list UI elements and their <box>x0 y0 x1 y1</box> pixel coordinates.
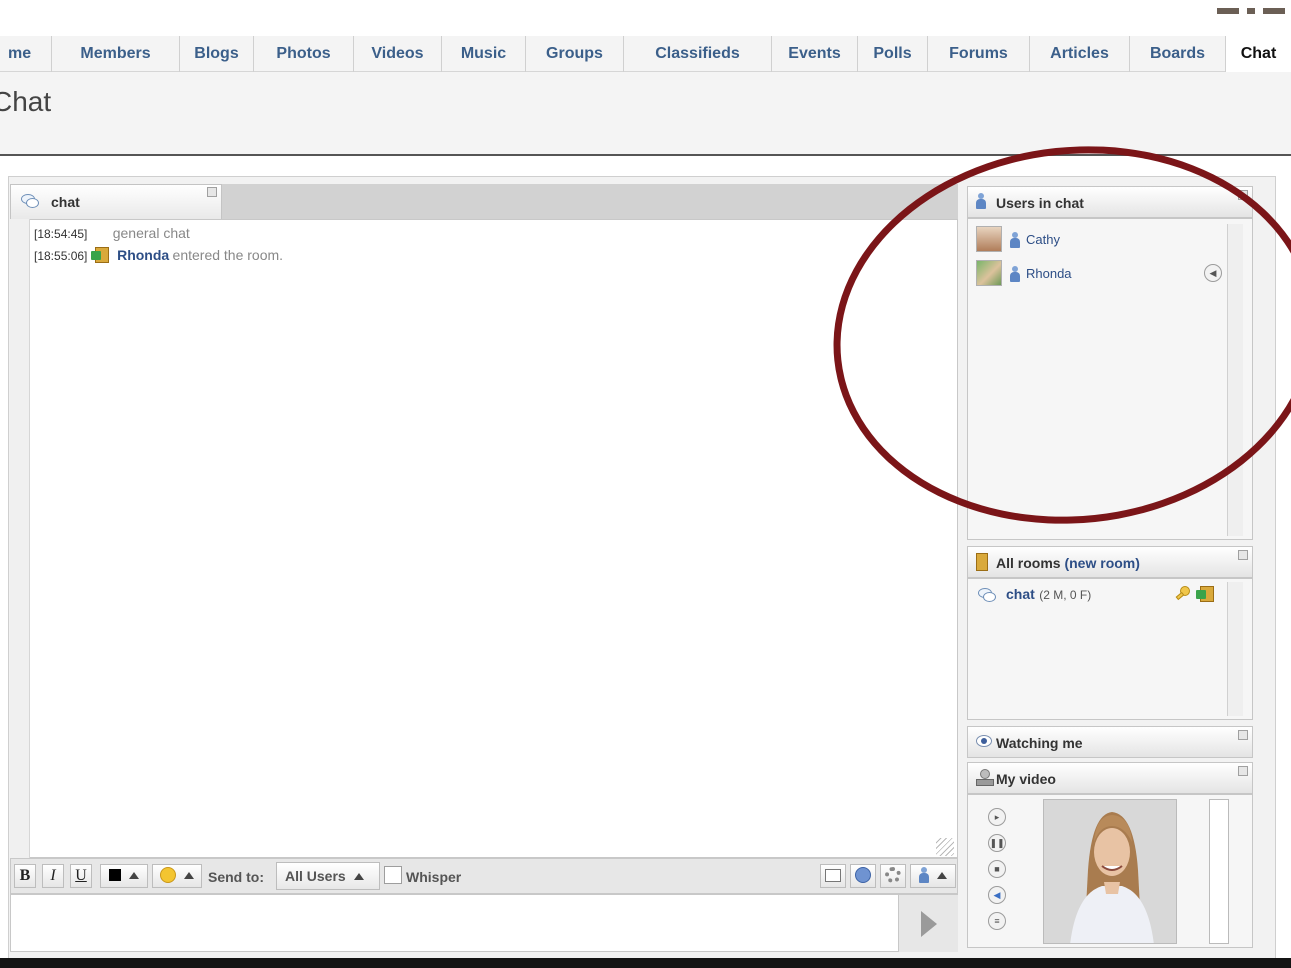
message-text: general chat <box>112 225 190 241</box>
footer-bar <box>0 958 1291 968</box>
nav-tab-music[interactable]: Music <box>442 36 526 72</box>
nav-tab-photos[interactable]: Photos <box>254 36 354 72</box>
user-status-menu[interactable] <box>910 864 956 888</box>
webcam-user-icon <box>976 769 994 787</box>
smiley-icon <box>159 867 176 883</box>
nav-tab-forums[interactable]: Forums <box>928 36 1030 72</box>
message-line: [18:55:06] Rhonda entered the room. <box>34 247 283 263</box>
send-arrow-icon <box>921 911 937 937</box>
room-count: (2 M, 0 F) <box>1039 588 1092 602</box>
page-title: Chat <box>0 86 52 117</box>
pause-icon[interactable]: ❚❚ <box>988 834 1006 852</box>
play-icon[interactable]: ▸ <box>988 808 1006 826</box>
send-to-value: All Users <box>285 868 346 884</box>
room-item[interactable]: chat (2 M, 0 F) <box>976 586 1226 610</box>
nav-tab-home[interactable]: me <box>0 36 52 72</box>
emoticon-picker[interactable] <box>152 864 202 888</box>
window-icon[interactable] <box>820 864 846 888</box>
enter-room-icon[interactable] <box>1196 586 1216 602</box>
volume-icon[interactable]: ◀ <box>988 886 1006 904</box>
speech-bubble-icon <box>978 588 996 602</box>
new-room-link[interactable]: (new room) <box>1064 555 1139 571</box>
user-icon <box>918 867 929 883</box>
minimize-icon[interactable] <box>1238 766 1248 776</box>
whisper-checkbox[interactable] <box>384 866 402 884</box>
send-to-select[interactable]: All Users <box>276 862 380 890</box>
watching-panel-title: Watching me <box>996 735 1083 751</box>
color-swatch-icon <box>108 869 121 881</box>
corner-thumbnail <box>1217 8 1287 16</box>
nav-tab-articles[interactable]: Articles <box>1030 36 1130 72</box>
help-icon[interactable] <box>850 864 876 888</box>
minimize-icon[interactable] <box>1238 730 1248 740</box>
stop-icon[interactable]: ■ <box>988 860 1006 878</box>
nav-tab-polls[interactable]: Polls <box>858 36 928 72</box>
nav-tab-videos[interactable]: Videos <box>354 36 442 72</box>
chat-tab-label: chat <box>51 194 80 210</box>
speech-bubble-icon <box>21 194 39 208</box>
message-username[interactable]: Rhonda <box>117 247 169 263</box>
page-header <box>0 72 1291 156</box>
minimize-icon[interactable] <box>207 187 217 197</box>
room-name: chat <box>1006 586 1035 602</box>
video-panel-header[interactable]: My video <box>967 762 1253 794</box>
gear-icon[interactable] <box>880 864 906 888</box>
watching-panel-header[interactable]: Watching me <box>967 726 1253 758</box>
settings-sliders-icon[interactable]: ≡ <box>988 912 1006 930</box>
nav-tab-groups[interactable]: Groups <box>526 36 624 72</box>
message-scrollbar[interactable] <box>10 219 30 858</box>
underline-button[interactable]: U <box>70 864 92 888</box>
resize-grip-icon[interactable] <box>936 838 954 856</box>
nav-tab-chat[interactable]: Chat <box>1226 36 1291 73</box>
bold-button[interactable]: B <box>14 864 36 888</box>
rooms-panel-title: All rooms (new room) <box>996 555 1140 571</box>
key-icon[interactable] <box>1174 586 1192 604</box>
enter-door-icon <box>90 247 111 263</box>
dropdown-arrow-icon <box>353 873 364 880</box>
rooms-panel-header[interactable]: All rooms (new room) <box>967 546 1253 578</box>
dropdown-arrow-icon <box>129 872 140 879</box>
rooms-scrollbar[interactable] <box>1227 582 1243 716</box>
eye-icon <box>976 735 992 747</box>
dropdown-arrow-icon <box>937 872 948 879</box>
message-line: [18:54:45] general chat <box>34 225 190 241</box>
text-color-picker[interactable] <box>100 864 148 888</box>
whisper-label: Whisper <box>406 869 462 885</box>
message-time: [18:55:06] <box>34 249 88 263</box>
video-feed <box>1043 799 1177 944</box>
webcam-person-image <box>1044 800 1176 943</box>
message-input[interactable] <box>10 894 958 952</box>
nav-tab-classifieds[interactable]: Classifieds <box>624 36 772 72</box>
video-panel-title: My video <box>996 771 1056 787</box>
door-icon <box>976 553 988 571</box>
message-text: entered the room. <box>172 247 284 263</box>
minimize-icon[interactable] <box>1238 550 1248 560</box>
nav-tab-boards[interactable]: Boards <box>1130 36 1226 72</box>
send-button[interactable] <box>898 895 958 952</box>
message-area[interactable] <box>10 219 958 858</box>
video-level-meter <box>1209 799 1229 944</box>
chat-room-tab[interactable]: chat <box>10 184 222 219</box>
send-to-label: Send to: <box>208 869 264 885</box>
italic-button[interactable]: I <box>42 864 64 888</box>
dropdown-arrow-icon <box>184 872 195 879</box>
nav-tab-events[interactable]: Events <box>772 36 858 72</box>
message-time: [18:54:45] <box>34 227 88 241</box>
top-navigation: me Members Blogs Photos Videos Music Gro… <box>0 36 1291 73</box>
nav-tab-blogs[interactable]: Blogs <box>180 36 254 72</box>
nav-tab-members[interactable]: Members <box>52 36 180 72</box>
